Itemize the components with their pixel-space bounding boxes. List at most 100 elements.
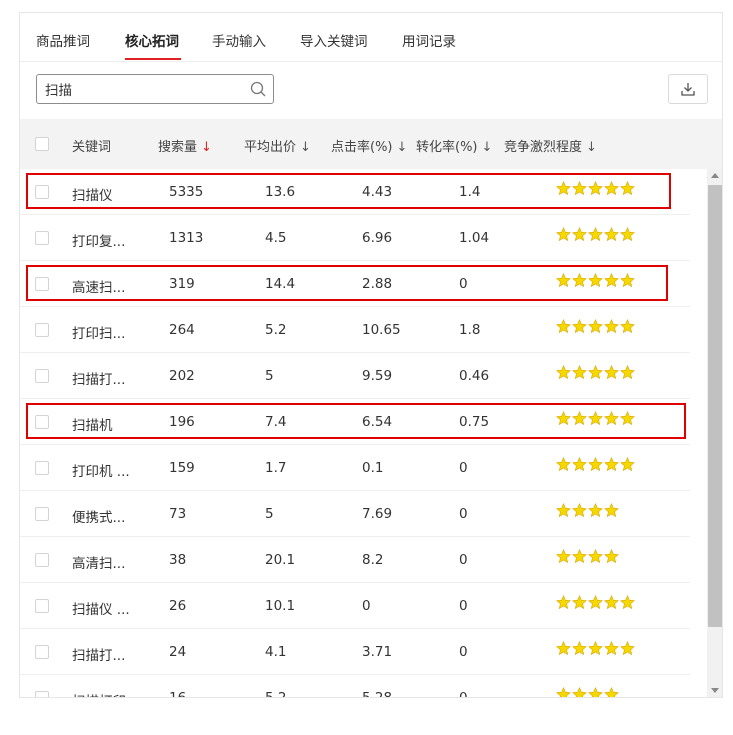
table-row[interactable]: 打印复... 1313 4.5 6.96 1.04 [20, 215, 690, 261]
keyword-panel: 商品推词 核心拓词 手动输入 导入关键词 用词记录 关键词 搜索量↓ 平均出价↓… [19, 12, 723, 698]
select-all-checkbox[interactable] [35, 137, 49, 151]
competition-rating [556, 365, 636, 381]
cell-ctr: 9.59 [362, 368, 393, 384]
row-checkbox[interactable] [35, 369, 49, 383]
cell-search-volume: 202 [169, 368, 195, 384]
star-icon [620, 227, 635, 242]
cell-search-volume: 196 [169, 414, 195, 430]
star-icon [556, 319, 571, 334]
star-icon [604, 641, 619, 656]
scroll-up-icon[interactable] [711, 173, 719, 178]
vertical-scrollbar[interactable] [707, 169, 722, 697]
column-competition[interactable]: 竞争激烈程度 ↓ [504, 136, 597, 155]
sort-down-icon[interactable]: ↓ [201, 140, 212, 155]
star-icon [572, 227, 587, 242]
row-checkbox[interactable] [35, 691, 49, 697]
star-icon [620, 457, 635, 472]
row-checkbox[interactable] [35, 323, 49, 337]
star-icon [604, 319, 619, 334]
row-checkbox[interactable] [35, 507, 49, 521]
star-icon [604, 595, 619, 610]
competition-rating [556, 457, 636, 473]
cell-cvr: 0 [459, 644, 468, 660]
sort-down-icon[interactable]: ↓ [482, 140, 493, 155]
column-avg-bid[interactable]: 平均出价 ↓ [244, 136, 311, 155]
column-ctr[interactable]: 点击率(%) ↓ [331, 136, 407, 155]
cell-search-volume: 16 [169, 690, 187, 698]
cell-ctr: 6.96 [362, 230, 393, 246]
scroll-thumb[interactable] [708, 185, 722, 627]
sort-down-icon[interactable]: ↓ [300, 140, 311, 155]
row-checkbox[interactable] [35, 277, 49, 291]
row-checkbox[interactable] [35, 415, 49, 429]
column-cvr[interactable]: 转化率(%) ↓ [416, 136, 492, 155]
star-icon [572, 273, 587, 288]
table-row[interactable]: 便携式... 73 5 7.69 0 [20, 491, 690, 537]
table-header: 关键词 搜索量 ↓ 平均出价 ↓ 点击率(%) ↓ 转化率(%) ↓ 竞争激烈程度 ↓ [20, 119, 722, 169]
star-icon [604, 457, 619, 472]
sort-down-icon[interactable]: ↓ [397, 140, 408, 155]
search-input[interactable] [37, 75, 245, 103]
row-checkbox[interactable] [35, 645, 49, 659]
star-icon [572, 319, 587, 334]
cell-keyword: 扫描仪 [72, 188, 113, 204]
table-row[interactable]: 高速扫... 319 14.4 2.88 0 [20, 261, 690, 307]
cell-cvr: 0.75 [459, 414, 490, 430]
table-row[interactable]: 扫描打... 202 5 9.59 0.46 [20, 353, 690, 399]
tab-product-keywords[interactable]: 商品推词 [36, 30, 90, 50]
star-icon [588, 227, 603, 242]
column-search-volume[interactable]: 搜索量 ↓ [158, 136, 212, 155]
search-icon[interactable] [250, 81, 266, 97]
cell-cvr: 1.4 [459, 184, 481, 200]
star-icon [604, 687, 619, 697]
star-icon [588, 319, 603, 334]
column-keyword: 关键词 [72, 140, 112, 155]
competition-rating [556, 503, 620, 519]
row-checkbox[interactable] [35, 231, 49, 245]
row-checkbox[interactable] [35, 461, 49, 475]
cell-search-volume: 5335 [169, 184, 204, 200]
star-icon [604, 503, 619, 518]
table-row[interactable]: 打印机 ... 159 1.7 0.1 0 [20, 445, 690, 491]
star-icon [604, 411, 619, 426]
table-row[interactable]: 扫描仪 ... 26 10.1 0 0 [20, 583, 690, 629]
row-checkbox[interactable] [35, 599, 49, 613]
star-icon [556, 687, 571, 697]
table-row[interactable]: 扫描机 196 7.4 6.54 0.75 [20, 399, 690, 445]
cell-cvr: 0 [459, 690, 468, 698]
tab-core-expansion[interactable]: 核心拓词 [125, 30, 179, 50]
star-icon [572, 549, 587, 564]
table-row[interactable]: 高清扫... 38 20.1 8.2 0 [20, 537, 690, 583]
star-icon [556, 365, 571, 380]
cell-avg-bid: 10.1 [265, 598, 296, 614]
star-icon [556, 181, 571, 196]
active-tab-indicator [125, 58, 181, 60]
competition-rating [556, 273, 636, 289]
competition-rating [556, 687, 620, 697]
star-icon [620, 365, 635, 380]
cell-ctr: 7.69 [362, 506, 393, 522]
row-checkbox[interactable] [35, 553, 49, 567]
cell-cvr: 0 [459, 552, 468, 568]
cell-avg-bid: 20.1 [265, 552, 296, 568]
download-button[interactable] [668, 74, 708, 104]
star-icon [572, 411, 587, 426]
tab-import-keywords[interactable]: 导入关键词 [300, 30, 368, 50]
tab-word-history[interactable]: 用词记录 [402, 30, 456, 50]
table-row[interactable]: 扫描打... 24 4.1 3.71 0 [20, 629, 690, 675]
table-row[interactable]: 扫描打印... 16 5.2 5.28 0 [20, 675, 690, 698]
star-icon [604, 549, 619, 564]
cell-avg-bid: 14.4 [265, 276, 296, 292]
row-checkbox[interactable] [35, 185, 49, 199]
sort-down-icon[interactable]: ↓ [586, 140, 597, 155]
tab-manual-input[interactable]: 手动输入 [212, 30, 266, 50]
star-icon [620, 181, 635, 196]
cell-avg-bid: 1.7 [265, 460, 287, 476]
cell-search-volume: 1313 [169, 230, 204, 246]
scroll-down-icon[interactable] [711, 688, 719, 693]
table-row[interactable]: 打印扫... 264 5.2 10.65 1.8 [20, 307, 690, 353]
star-icon [604, 365, 619, 380]
table-row[interactable]: 扫描仪 5335 13.6 4.43 1.4 [20, 169, 690, 215]
competition-rating [556, 227, 636, 243]
star-icon [620, 273, 635, 288]
